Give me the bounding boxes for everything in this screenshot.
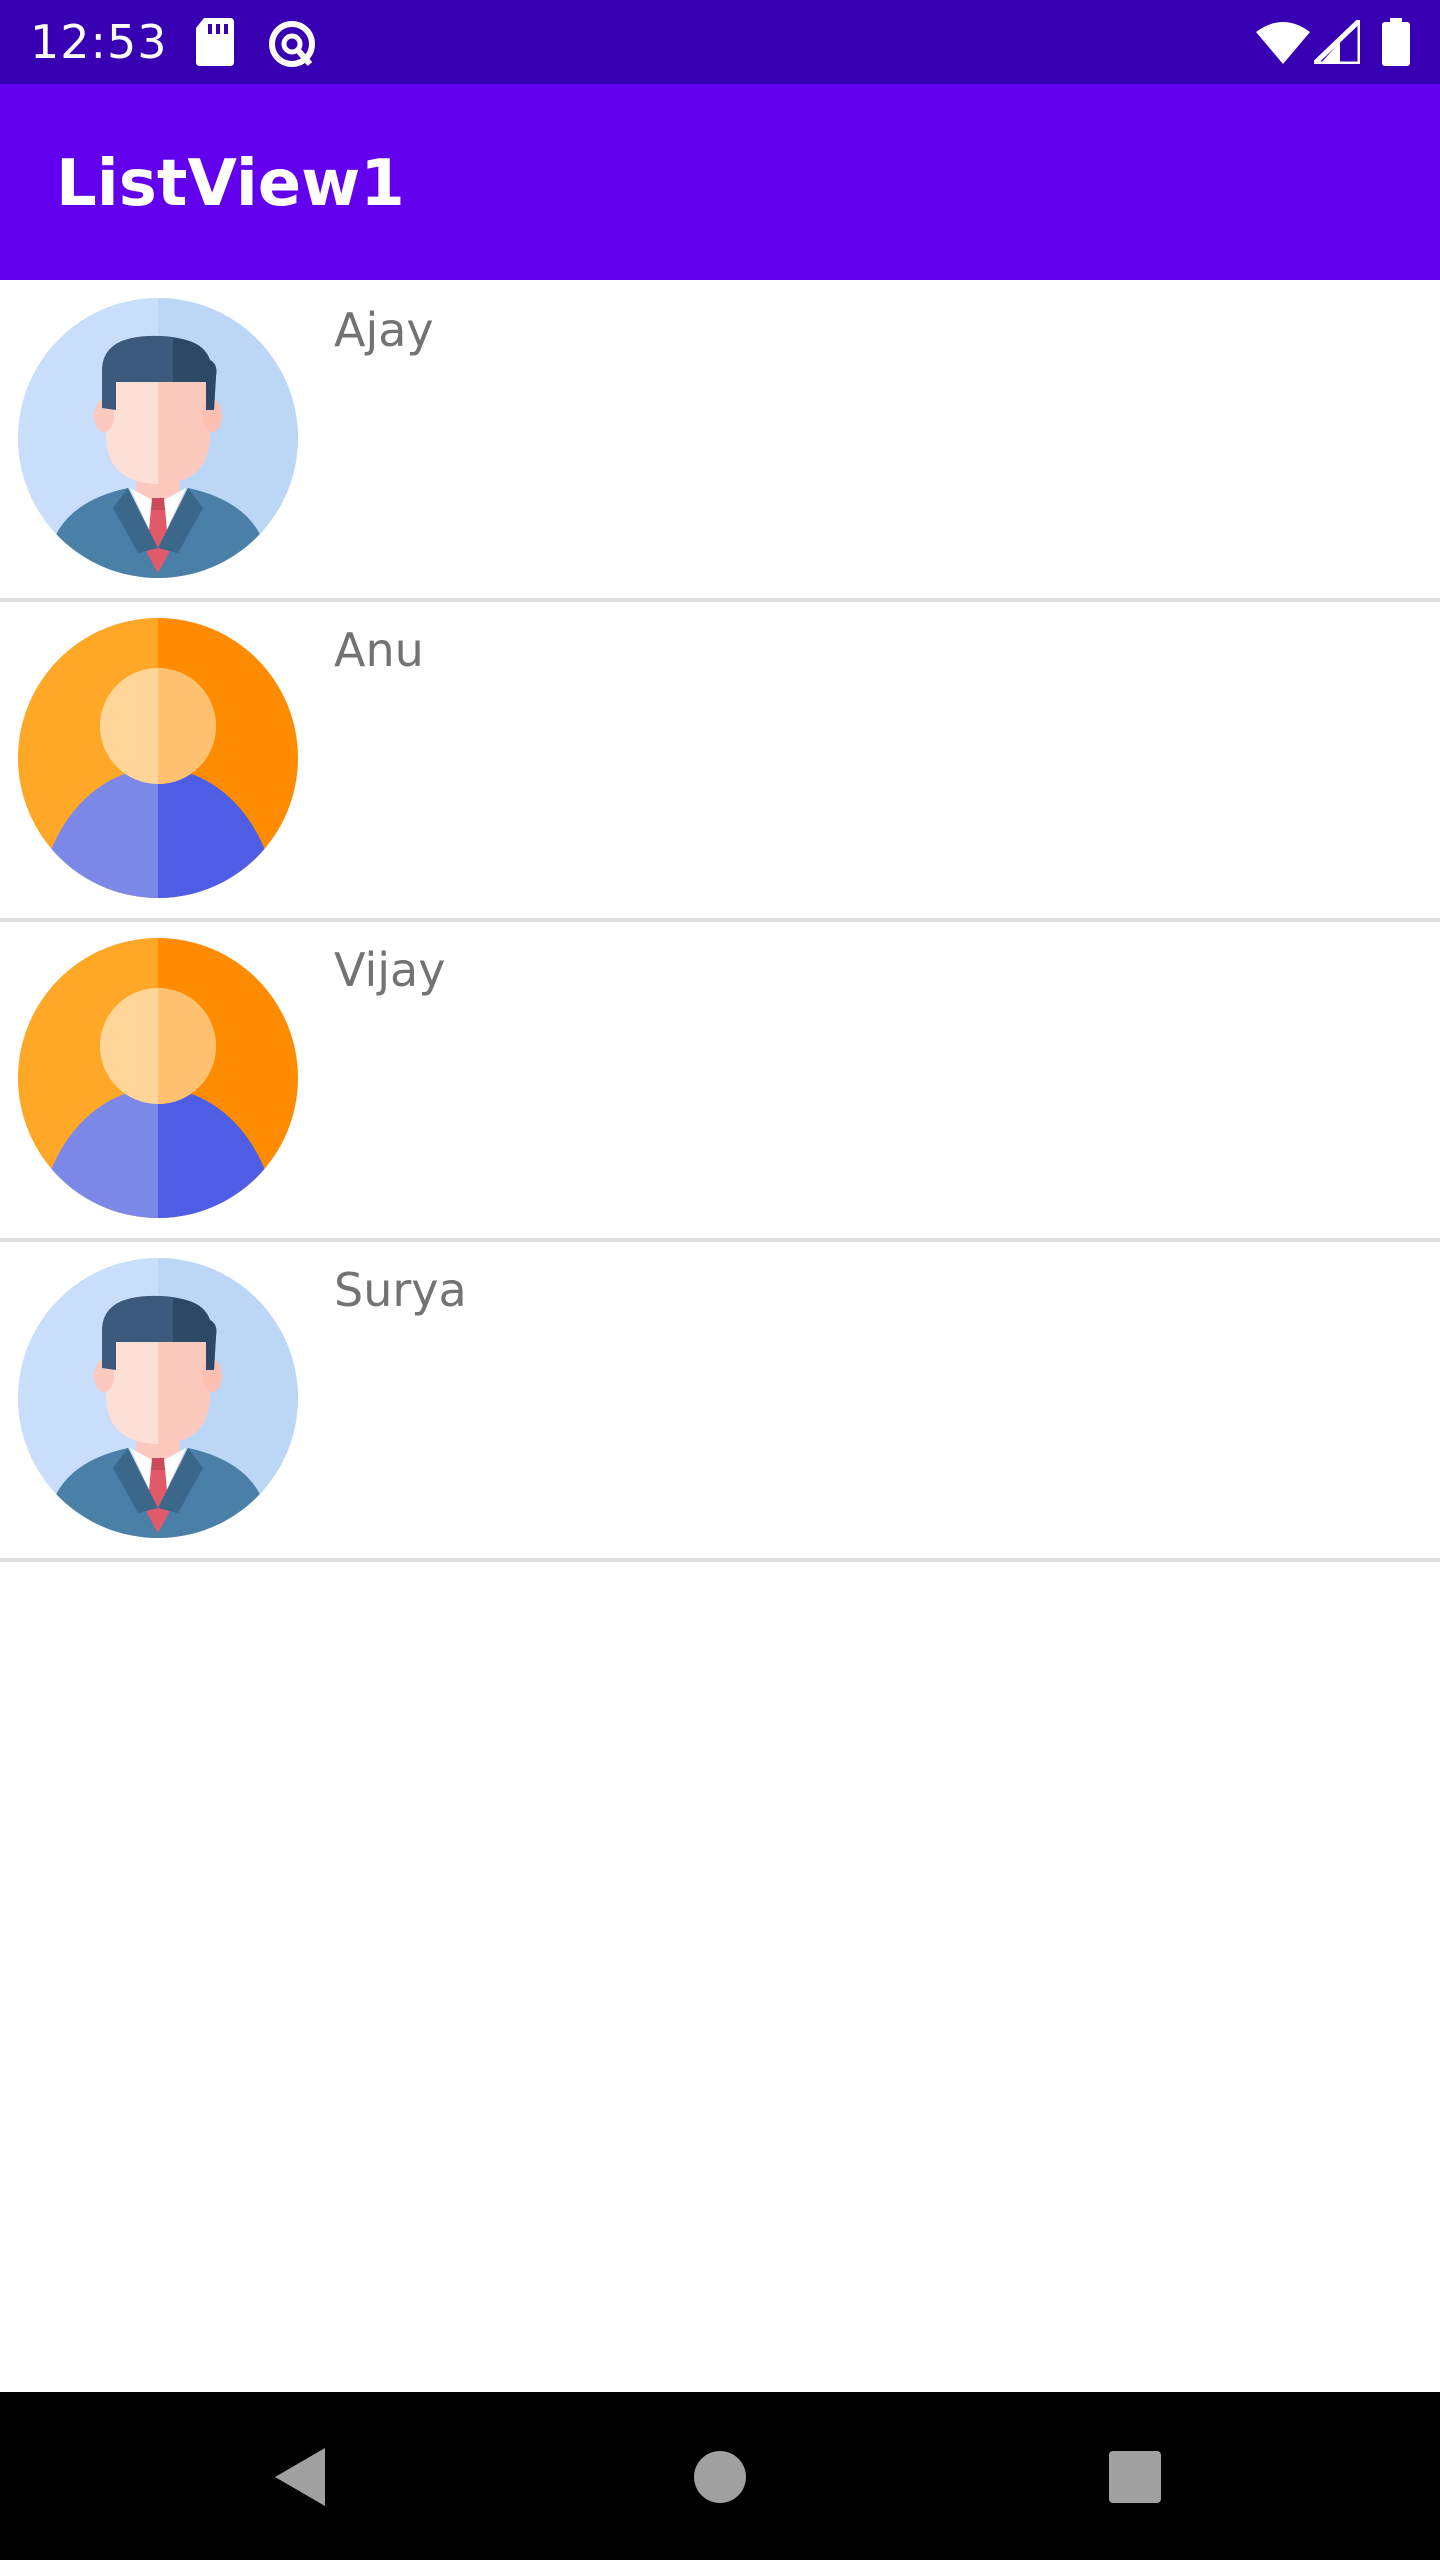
status-time: 12:53: [30, 15, 168, 69]
list-item[interactable]: Vijay: [0, 922, 1440, 1242]
home-icon[interactable]: [675, 2432, 765, 2522]
list-item-name: Vijay: [334, 943, 446, 997]
app-bar: ListView1: [0, 84, 1440, 280]
list-item-name: Ajay: [334, 303, 434, 357]
status-bar: 12:53: [0, 0, 1440, 84]
list-item-name: Surya: [334, 1263, 467, 1317]
sync-icon: [269, 21, 315, 67]
businessman-avatar-icon: [18, 1258, 298, 1538]
back-icon[interactable]: [255, 2432, 345, 2522]
sd-card-icon: [196, 18, 234, 66]
navigation-bar: [0, 2392, 1440, 2560]
wifi-icon: [1256, 22, 1310, 64]
list-item[interactable]: Surya: [0, 1242, 1440, 1562]
battery-icon: [1382, 18, 1410, 66]
businessman-avatar-icon: [18, 298, 298, 578]
list-item-name: Anu: [334, 623, 424, 677]
person-avatar-icon: [18, 618, 298, 898]
recents-icon[interactable]: [1090, 2432, 1180, 2522]
contact-list[interactable]: Ajay Anu Vijay Surya: [0, 282, 1440, 1562]
list-item[interactable]: Ajay: [0, 282, 1440, 602]
app-title: ListView1: [56, 147, 405, 221]
person-avatar-icon: [18, 938, 298, 1218]
list-item[interactable]: Anu: [0, 602, 1440, 922]
signal-icon: [1314, 20, 1360, 64]
